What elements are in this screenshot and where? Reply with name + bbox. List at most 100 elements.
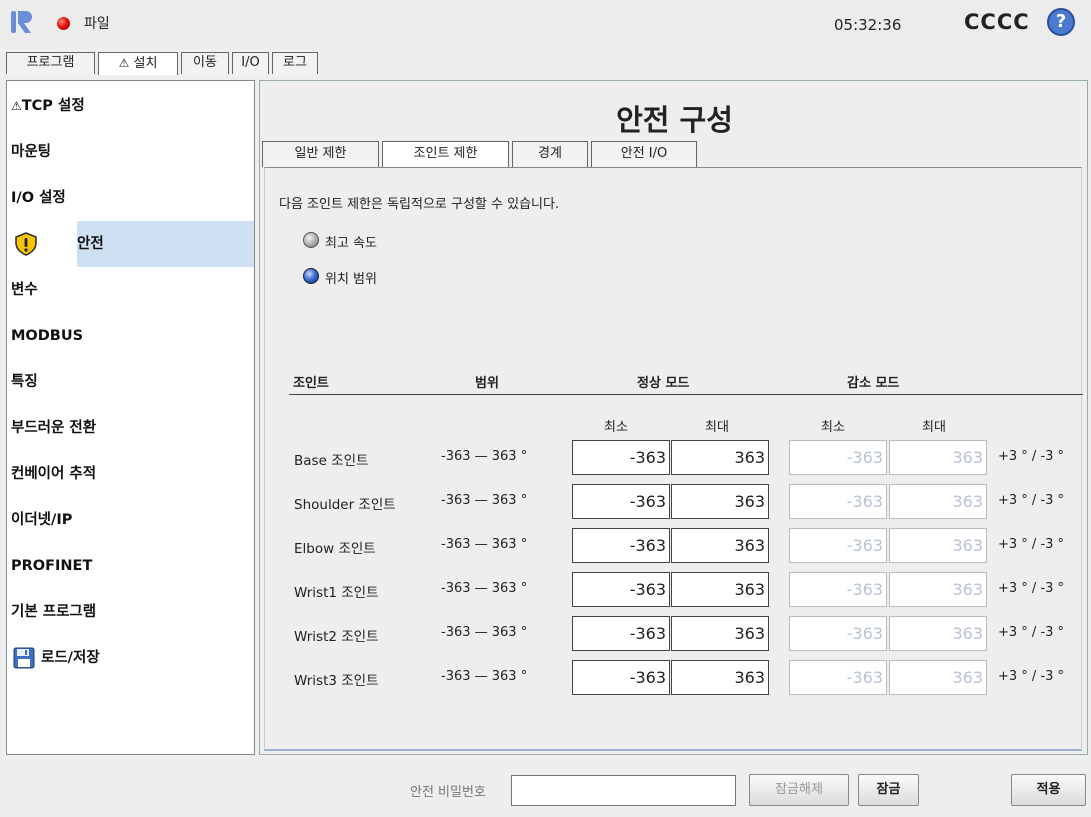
subtab-label: 일반 제한 [294, 146, 347, 161]
tab-label: 로그 [283, 55, 307, 70]
reduced-min-input[interactable]: -363 [789, 616, 887, 651]
tab-log[interactable]: 로그 [272, 52, 318, 74]
col-header-joint: 조인트 [293, 376, 329, 391]
sidebar-item-label: MODBUS [11, 328, 84, 344]
reduced-min-header: 최소 [821, 420, 845, 435]
normal-max-input[interactable]: 363 [671, 440, 769, 475]
top-bar: 파일 05:32:36 CCCC ? [0, 0, 1091, 48]
safety-password-label: 안전 비밀번호 [410, 785, 486, 800]
sidebar-item-label: 기본 프로그램 [11, 604, 97, 620]
safety-shield-icon [15, 232, 37, 256]
reduced-max-input[interactable]: 363 [889, 572, 987, 607]
tab-installation[interactable]: ⚠ 설치 [98, 52, 178, 75]
joint-range: -363 — 363 ° [441, 493, 528, 508]
tab-program[interactable]: 프로그램 [6, 52, 95, 74]
reduced-min-input[interactable]: -363 [789, 440, 887, 475]
tab-io[interactable]: I/O [232, 52, 269, 74]
col-header-range: 범위 [475, 376, 499, 391]
subtab-label: 조인트 제한 [413, 146, 478, 161]
subtab-label: 경계 [538, 146, 562, 161]
normal-max-input[interactable]: 363 [671, 616, 769, 651]
ur-logo-icon [11, 11, 32, 33]
joint-name-base: Base 조인트 [294, 453, 369, 469]
sidebar-item-default-program[interactable]: 기본 프로그램 [7, 589, 254, 635]
normal-min-input[interactable]: -363 [572, 484, 670, 519]
help-icon[interactable]: ? [1047, 8, 1075, 36]
tab-move[interactable]: 이동 [181, 52, 229, 74]
reduced-max-input[interactable]: 363 [889, 528, 987, 563]
subtab-label: 안전 I/O [620, 146, 668, 161]
robot-status-icon[interactable] [57, 17, 70, 30]
sidebar-item-variables[interactable]: 변수 [7, 267, 254, 313]
page-title: 안전 구성 [616, 103, 733, 137]
reduced-max-header: 최대 [922, 420, 946, 435]
reduced-min-input[interactable]: -363 [789, 572, 887, 607]
sidebar-item-modbus[interactable]: MODBUS [7, 313, 254, 359]
reduced-min-input[interactable]: -363 [789, 660, 887, 695]
joint-range: -363 — 363 ° [441, 625, 528, 640]
joint-name-wrist3: Wrist3 조인트 [294, 673, 379, 689]
apply-button[interactable]: 적용 [1011, 774, 1086, 806]
sidebar-item-label: 특징 [11, 374, 38, 390]
warning-icon: ⚠ [118, 56, 130, 70]
sidebar-item-safety-icon-cell[interactable] [7, 221, 77, 267]
tolerance-text: +3 ° / -3 ° [998, 669, 1065, 684]
reduced-max-input[interactable]: 363 [889, 484, 987, 519]
sidebar-item-label: TCP 설정 [21, 98, 85, 114]
max-speed-radio[interactable] [303, 232, 319, 248]
sidebar-item-conveyor-tracking[interactable]: 컨베이어 추적 [7, 451, 254, 497]
normal-min-input[interactable]: -363 [572, 440, 670, 475]
reduced-max-input[interactable]: 363 [889, 440, 987, 475]
tolerance-text: +3 ° / -3 ° [998, 537, 1065, 552]
lock-button[interactable]: 잠금 [858, 774, 919, 806]
normal-min-header: 최소 [604, 420, 628, 435]
normal-max-header: 최대 [705, 420, 729, 435]
sidebar-item-safety[interactable]: 안전 [77, 221, 254, 267]
sidebar-item-ethernet-ip[interactable]: 이더넷/IP [7, 497, 254, 543]
file-menu[interactable]: 파일 [84, 13, 110, 33]
sidebar-item-label: 이더넷/IP [11, 512, 73, 528]
normal-min-input[interactable]: -363 [572, 660, 670, 695]
tolerance-text: +3 ° / -3 ° [998, 625, 1065, 640]
sidebar-item-load-save[interactable]: 로드/저장 [7, 635, 254, 681]
joint-name-shoulder: Shoulder 조인트 [294, 497, 396, 513]
unlock-button[interactable]: 잠금해제 [749, 774, 849, 806]
safety-password-input[interactable] [511, 775, 736, 806]
tab-safety-io[interactable]: 안전 I/O [591, 141, 697, 167]
col-header-reduced-mode: 감소 모드 [847, 376, 900, 391]
col-header-normal-mode: 정상 모드 [637, 376, 690, 391]
sidebar-item-features[interactable]: 특징 [7, 359, 254, 405]
normal-max-input[interactable]: 363 [671, 572, 769, 607]
joint-name-elbow: Elbow 조인트 [294, 541, 376, 557]
reduced-min-input[interactable]: -363 [789, 484, 887, 519]
sidebar-item-label: 안전 [77, 236, 104, 252]
normal-min-input[interactable]: -363 [572, 528, 670, 563]
tab-label: 설치 [133, 56, 158, 71]
header-divider [289, 394, 1083, 395]
sidebar-item-tcp[interactable]: ⚠TCP 설정 [7, 83, 254, 129]
reduced-max-input[interactable]: 363 [889, 616, 987, 651]
sidebar-item-io-setup[interactable]: I/O 설정 [7, 175, 254, 221]
sidebar-item-mounting[interactable]: 마운팅 [7, 129, 254, 175]
sidebar-item-label: 컨베이어 추적 [11, 466, 97, 482]
position-range-label: 위치 범위 [325, 272, 377, 287]
normal-min-input[interactable]: -363 [572, 616, 670, 651]
sidebar-item-profinet[interactable]: PROFINET [7, 543, 254, 589]
sidebar: ⚠TCP 설정 마운팅 I/O 설정 안전 변수 MODBUS 특징 부드러운 … [6, 80, 255, 755]
tab-general-limits[interactable]: 일반 제한 [262, 141, 379, 167]
reduced-min-input[interactable]: -363 [789, 528, 887, 563]
normal-max-input[interactable]: 363 [671, 484, 769, 519]
position-range-radio[interactable] [303, 268, 319, 284]
tolerance-text: +3 ° / -3 ° [998, 581, 1065, 596]
joint-range: -363 — 363 ° [441, 449, 528, 464]
tab-joint-limits[interactable]: 조인트 제한 [382, 141, 509, 168]
normal-max-input[interactable]: 363 [671, 660, 769, 695]
warning-icon: ⚠ [11, 99, 22, 113]
tab-boundaries[interactable]: 경계 [512, 141, 588, 167]
sidebar-item-smooth-transition[interactable]: 부드러운 전환 [7, 405, 254, 451]
normal-min-input[interactable]: -363 [572, 572, 670, 607]
max-speed-label: 최고 속도 [325, 236, 377, 251]
normal-max-input[interactable]: 363 [671, 528, 769, 563]
robot-name: CCCC [964, 10, 1030, 34]
reduced-max-input[interactable]: 363 [889, 660, 987, 695]
